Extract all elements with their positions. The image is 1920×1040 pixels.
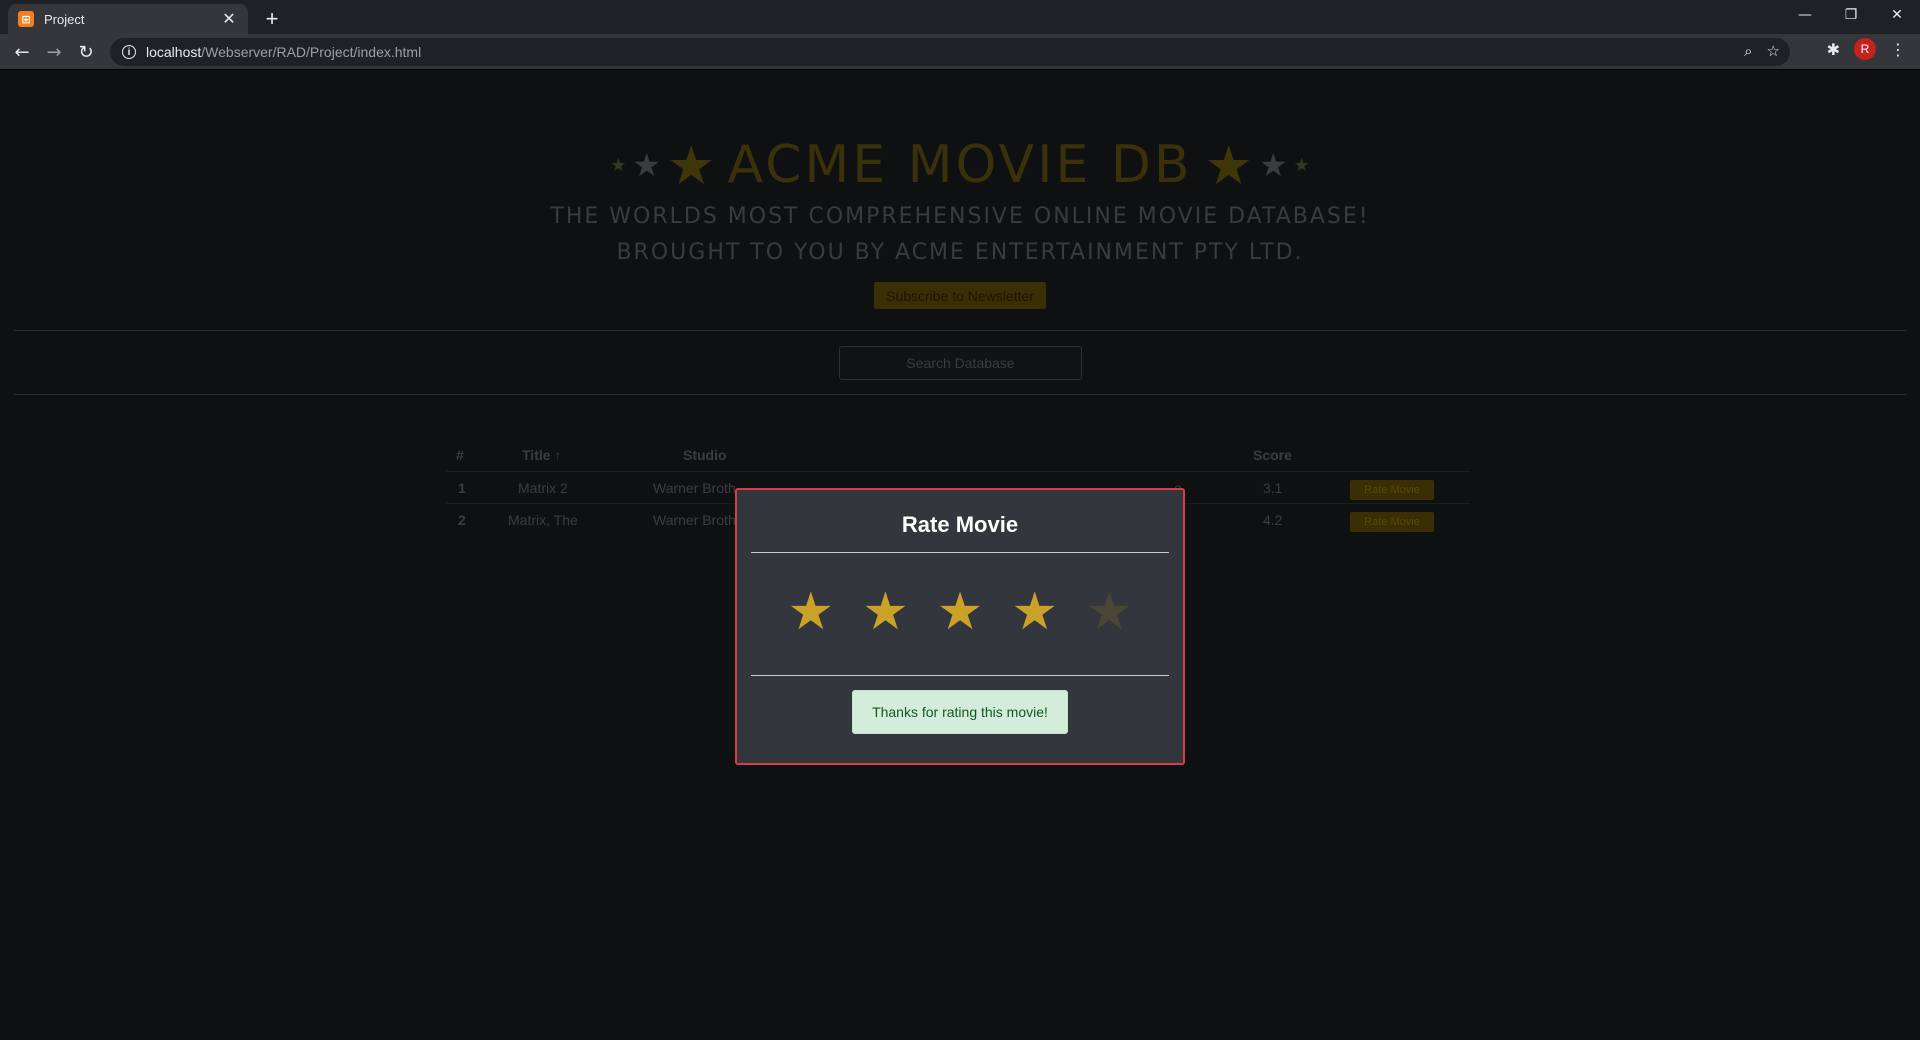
rate-movie-button[interactable]: Rate Movie: [1350, 480, 1434, 500]
divider: [14, 394, 1907, 395]
movie-title: Matrix 2: [518, 480, 568, 496]
profile-avatar[interactable]: R: [1854, 38, 1876, 60]
rating-star-5-icon[interactable]: ★: [1086, 582, 1133, 642]
info-icon[interactable]: i: [122, 45, 136, 59]
rating-star-3-icon[interactable]: ★: [937, 582, 984, 642]
restore-icon[interactable]: ❐: [1828, 0, 1874, 30]
movie-score: 4.2: [1263, 512, 1283, 528]
reload-icon[interactable]: ↻: [72, 38, 100, 66]
tab-close-icon[interactable]: ✕: [220, 9, 238, 29]
back-icon[interactable]: ←: [8, 38, 36, 66]
movie-studio: Warner Broth: [653, 512, 736, 528]
subscribe-button[interactable]: Subscribe to Newsletter: [874, 282, 1046, 309]
browser-tab-bar: ⊞ Project ✕ + — ❐ ✕: [0, 0, 1920, 34]
site-header: ★ ★ ★ ACME MOVIE DB ★ ★ ★ THE WORLDS MOS…: [0, 135, 1920, 267]
close-window-icon[interactable]: ✕: [1874, 0, 1920, 30]
rating-star-2-icon[interactable]: ★: [862, 582, 909, 642]
logo: ★ ★ ★ ACME MOVIE DB ★ ★ ★: [0, 135, 1920, 196]
tab-title: Project: [44, 11, 85, 27]
star-icon: ★: [1293, 154, 1310, 175]
zoom-icon[interactable]: ⌕: [1744, 42, 1752, 60]
star-icon: ★: [1258, 147, 1288, 183]
movie-title: Matrix, The: [508, 512, 578, 528]
menu-icon[interactable]: ⋮: [1890, 40, 1906, 59]
rate-movie-button[interactable]: Rate Movie: [1350, 512, 1434, 532]
url-path: /Webserver/RAD/Project/index.html: [201, 44, 422, 60]
star-icon: ★: [667, 135, 716, 196]
search-input[interactable]: Search Database: [839, 346, 1082, 380]
browser-tab[interactable]: ⊞ Project ✕: [8, 4, 248, 34]
divider: [14, 330, 1907, 331]
address-bar[interactable]: i localhost/Webserver/RAD/Project/index.…: [110, 38, 1790, 66]
tagline-line-1: THE WORLDS MOST COMPREHENSIVE ONLINE MOV…: [550, 204, 1370, 229]
tagline-line-2: BROUGHT TO YOU BY ACME ENTERTAINMENT PTY…: [616, 240, 1304, 265]
page-content: ★ ★ ★ ACME MOVIE DB ★ ★ ★ THE WORLDS MOS…: [0, 71, 1920, 1040]
column-header-num[interactable]: #: [456, 439, 464, 471]
column-header-studio[interactable]: Studio: [683, 439, 727, 471]
star-icon: ★: [1204, 135, 1253, 196]
xampp-favicon-icon: ⊞: [18, 11, 34, 27]
divider: [751, 552, 1169, 553]
forward-icon[interactable]: →: [40, 38, 68, 66]
modal-title: Rate Movie: [901, 512, 1019, 537]
rating-star-4-icon[interactable]: ★: [1011, 582, 1058, 642]
minimize-icon[interactable]: —: [1782, 0, 1828, 30]
column-header-score[interactable]: Score: [1253, 439, 1292, 471]
movie-studio: Warner Broth: [653, 480, 736, 496]
row-number: 1: [458, 480, 466, 496]
url-host: localhost: [146, 44, 202, 60]
rating-star-1-icon[interactable]: ★: [787, 582, 834, 642]
window-controls: — ❐ ✕: [1782, 0, 1920, 30]
column-header-title[interactable]: Title ↑: [522, 439, 561, 471]
movie-score: 3.1: [1263, 480, 1283, 496]
rate-movie-modal: Rate Movie ★ ★ ★ ★ ★ Thanks for rating this …: [735, 488, 1185, 765]
star-icon: ★: [632, 147, 662, 183]
site-title: ACME MOVIE DB: [727, 135, 1193, 195]
extensions-icon[interactable]: ✱: [1827, 40, 1840, 59]
table-header-row: # Title ↑ Studio Score: [446, 439, 1470, 471]
new-tab-icon[interactable]: +: [258, 6, 286, 34]
row-number: 2: [458, 512, 466, 528]
star-rating: ★ ★ ★ ★ ★: [737, 582, 1183, 642]
star-icon: ★: [610, 154, 627, 175]
divider: [751, 675, 1169, 676]
success-alert: Thanks for rating this movie!: [852, 690, 1068, 734]
bookmark-star-icon[interactable]: ☆: [1767, 42, 1780, 60]
browser-toolbar: ← → ↻ i localhost/Webserver/RAD/Project/…: [0, 34, 1920, 70]
